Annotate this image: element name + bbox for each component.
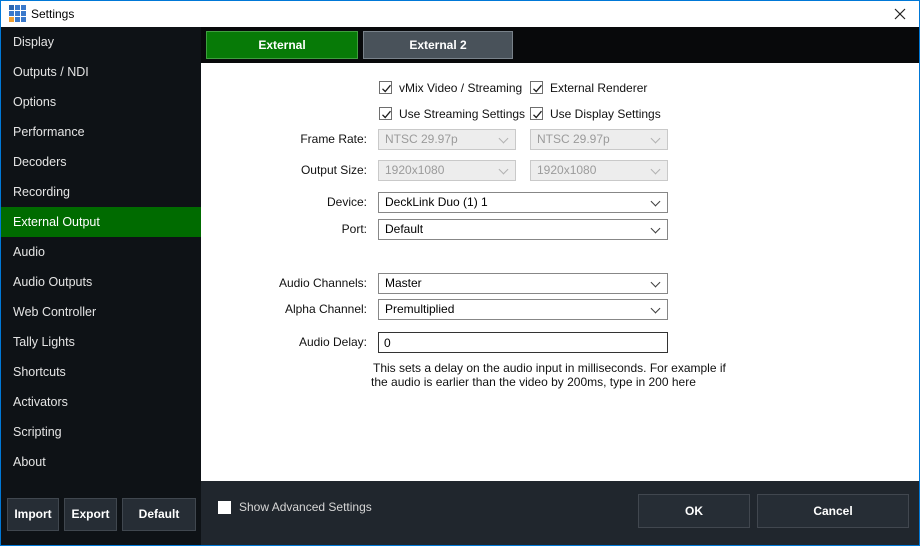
sidebar-item-recording[interactable]: Recording (1, 177, 201, 207)
audio-delay-help-line-2: the audio is earlier than the video by 2… (371, 375, 696, 389)
sidebar-item-shortcuts[interactable]: Shortcuts (1, 357, 201, 387)
sidebar-item-decoders[interactable]: Decoders (1, 147, 201, 177)
audio-delay-input[interactable] (378, 332, 668, 353)
close-icon[interactable] (892, 6, 908, 22)
audio-delay-help-line-1: This sets a delay on the audio input in … (373, 361, 726, 375)
vmix-logo-icon (9, 5, 26, 22)
alpha-channel-label: Alpha Channel: (201, 299, 367, 320)
checkbox-checked-icon[interactable] (379, 107, 392, 120)
sidebar-item-audio-outputs[interactable]: Audio Outputs (1, 267, 201, 297)
checkbox-checked-icon[interactable] (379, 81, 392, 94)
checkbox-label: Use Streaming Settings (399, 107, 525, 121)
sidebar-item-audio[interactable]: Audio (1, 237, 201, 267)
port-label: Port: (201, 219, 367, 240)
titlebar: Settings (1, 1, 919, 27)
show-advanced-label: Show Advanced Settings (239, 501, 372, 514)
tab-external-2[interactable]: External 2 (363, 31, 513, 59)
export-button[interactable]: Export (64, 498, 117, 531)
tab-bar: External External 2 (201, 27, 919, 63)
chevron-down-icon (499, 165, 509, 175)
audio-channels-label: Audio Channels: (201, 273, 367, 294)
settings-window: Settings DisplayOutputs / NDIOptionsPerf… (0, 0, 920, 546)
footer-bar: Show Advanced Settings OK Cancel (201, 481, 919, 545)
output-size-select-1: 1920x1080 (378, 160, 516, 181)
checkbox-label: Use Display Settings (550, 107, 661, 121)
output-size-select-2: 1920x1080 (530, 160, 668, 181)
sidebar-item-about[interactable]: About (1, 447, 201, 477)
sidebar: DisplayOutputs / NDIOptionsPerformanceDe… (1, 27, 201, 545)
chevron-down-icon (499, 134, 509, 144)
chevron-down-icon (651, 165, 661, 175)
sidebar-item-display[interactable]: Display (1, 27, 201, 57)
port-select[interactable]: Default (378, 219, 668, 240)
device-label: Device: (201, 192, 367, 213)
sidebar-item-activators[interactable]: Activators (1, 387, 201, 417)
output-size-label: Output Size: (201, 160, 367, 181)
import-button[interactable]: Import (7, 498, 59, 531)
sidebar-item-outputs-ndi[interactable]: Outputs / NDI (1, 57, 201, 87)
audio-channels-select[interactable]: Master (378, 273, 668, 294)
frame-rate-label: Frame Rate: (201, 129, 367, 150)
frame-rate-select-1: NTSC 29.97p (378, 129, 516, 150)
show-advanced-checkbox[interactable] (218, 501, 231, 514)
external-output-form: vMix Video / Streaming External Renderer U… (201, 63, 919, 481)
audio-delay-label: Audio Delay: (201, 332, 367, 353)
ok-button[interactable]: OK (638, 494, 750, 528)
checkbox-checked-icon[interactable] (530, 81, 543, 94)
chevron-down-icon (651, 134, 661, 144)
frame-rate-select-2: NTSC 29.97p (530, 129, 668, 150)
main-panel: External External 2 vMix Video / Streami… (201, 27, 919, 545)
sidebar-item-tally-lights[interactable]: Tally Lights (1, 327, 201, 357)
sidebar-item-scripting[interactable]: Scripting (1, 417, 201, 447)
chevron-down-icon (651, 224, 661, 234)
sidebar-item-external-output[interactable]: External Output (1, 207, 201, 237)
checkbox-label: vMix Video / Streaming (399, 81, 522, 95)
sidebar-item-web-controller[interactable]: Web Controller (1, 297, 201, 327)
default-button[interactable]: Default (122, 498, 196, 531)
checkbox-checked-icon[interactable] (530, 107, 543, 120)
window-title: Settings (31, 7, 74, 21)
device-select[interactable]: DeckLink Duo (1) 1 (378, 192, 668, 213)
tab-external[interactable]: External (206, 31, 358, 59)
checkbox-label: External Renderer (550, 81, 647, 95)
chevron-down-icon (651, 197, 661, 207)
sidebar-nav: DisplayOutputs / NDIOptionsPerformanceDe… (1, 27, 201, 477)
alpha-channel-select[interactable]: Premultiplied (378, 299, 668, 320)
cancel-button[interactable]: Cancel (757, 494, 909, 528)
chevron-down-icon (651, 278, 661, 288)
chevron-down-icon (651, 304, 661, 314)
sidebar-item-options[interactable]: Options (1, 87, 201, 117)
sidebar-item-performance[interactable]: Performance (1, 117, 201, 147)
